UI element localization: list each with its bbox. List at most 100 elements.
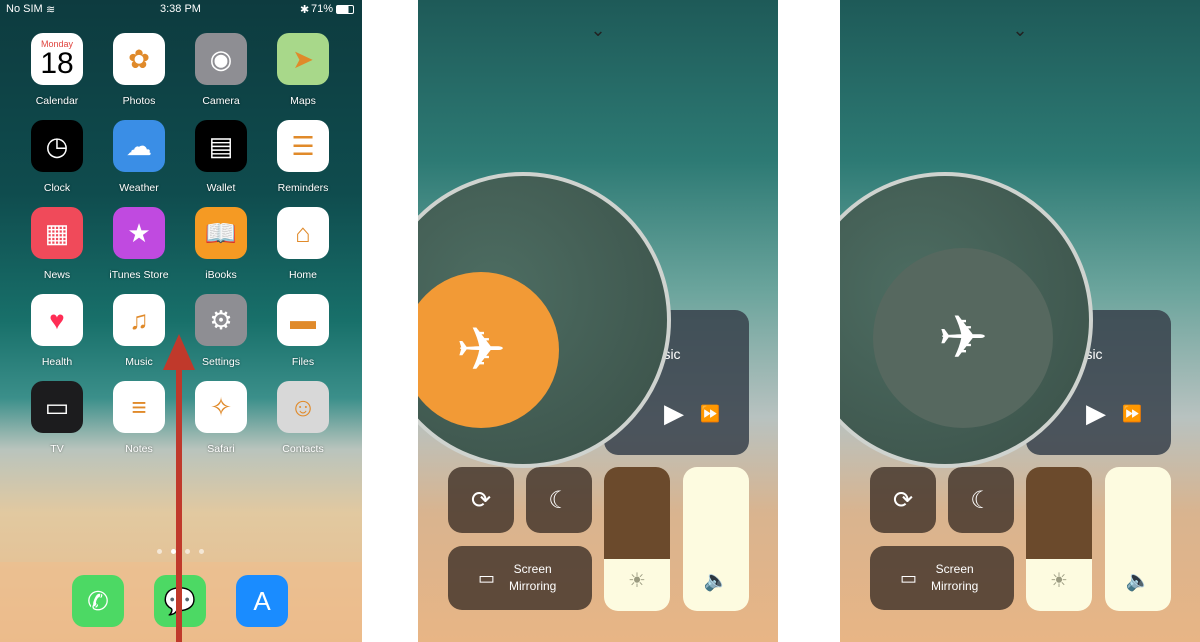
- app-news[interactable]: ▦ News: [22, 207, 92, 281]
- wifi-icon: ≋: [46, 4, 56, 16]
- battery-percent: 71%: [311, 3, 334, 15]
- app-label: iTunes Store: [109, 269, 169, 281]
- app-settings[interactable]: ⚙ Settings: [186, 294, 256, 368]
- book-icon: 📖: [195, 207, 247, 259]
- app-label: Weather: [119, 182, 159, 194]
- app-label: TV: [50, 443, 64, 455]
- app-home[interactable]: ⌂ Home: [268, 207, 338, 281]
- dismiss-chevron-icon[interactable]: ⌄: [1005, 20, 1035, 40]
- fast-forward-icon[interactable]: ⏩: [1122, 404, 1142, 424]
- do-not-disturb-button[interactable]: ☾: [526, 467, 592, 533]
- folder-icon: ▬: [277, 294, 329, 346]
- control-center-airplane-on: ⌄ Music ▶ ⏩ ⟳ ☾ ▭ ScreenMirroring ☀ 🔈 ✈: [418, 0, 778, 642]
- app-label: Maps: [290, 95, 316, 107]
- app-label: Home: [288, 269, 317, 281]
- calendar-icon: Monday 18: [31, 33, 83, 85]
- app-label: Files: [291, 356, 315, 368]
- app-label: Camera: [202, 95, 240, 107]
- camera-icon: ◉: [195, 33, 247, 85]
- screen-mirroring-button[interactable]: ▭ Screen Mirroring: [448, 546, 592, 610]
- contacts-icon: ☺: [277, 381, 329, 433]
- mirroring-label-2: Mirroring: [931, 579, 979, 593]
- dock-phone[interactable]: ✆: [63, 575, 133, 627]
- app-camera[interactable]: ◉ Camera: [186, 33, 256, 107]
- app-tv[interactable]: ▭ TV: [22, 381, 92, 455]
- airplay-icon: ▭: [478, 567, 496, 588]
- heart-icon: ♥: [31, 294, 83, 346]
- do-not-disturb-button[interactable]: ☾: [948, 467, 1014, 533]
- app-weather[interactable]: ☁ Weather: [104, 120, 174, 194]
- app-label: News: [43, 269, 71, 281]
- sun-icon: ☀: [1050, 570, 1068, 592]
- app-ibooks[interactable]: 📖 iBooks: [186, 207, 256, 281]
- airplane-mode-button[interactable]: ✈: [418, 272, 559, 428]
- app-wallet[interactable]: ▤ Wallet: [186, 120, 256, 194]
- app-label: Wallet: [206, 182, 236, 194]
- dismiss-chevron-icon[interactable]: ⌄: [583, 20, 613, 40]
- app-calendar[interactable]: Monday 18 Calendar: [22, 33, 92, 107]
- calendar-date: 18: [40, 46, 74, 80]
- star-icon: ★: [113, 207, 165, 259]
- play-icon[interactable]: ▶: [664, 398, 684, 429]
- phone-icon: ✆: [72, 575, 124, 627]
- app-label: Clock: [43, 182, 71, 194]
- moon-icon: ☾: [970, 486, 992, 514]
- app-safari[interactable]: ✧ Safari: [186, 381, 256, 455]
- home-screen: No SIM ≋ 3:38 PM ✱ 71% Monday 18 Calendar ✿…: [0, 0, 362, 642]
- rotation-lock-button[interactable]: ⟳: [448, 467, 514, 533]
- app-label: Safari: [207, 443, 235, 455]
- airplane-icon: ✈: [937, 304, 989, 371]
- status-bar: No SIM ≋ 3:38 PM ✱ 71%: [0, 3, 362, 19]
- weather-icon: ☁: [113, 120, 165, 172]
- app-contacts[interactable]: ☺ Contacts: [268, 381, 338, 455]
- battery-icon: [336, 5, 354, 14]
- airplane-mode-button[interactable]: ✈: [873, 248, 1053, 428]
- gear-icon: ⚙: [195, 294, 247, 346]
- bluetooth-icon: ✱: [300, 4, 310, 16]
- app-reminders[interactable]: ☰ Reminders: [268, 120, 338, 194]
- carrier: No SIM: [6, 3, 43, 15]
- play-icon[interactable]: ▶: [1086, 398, 1106, 429]
- brightness-slider[interactable]: ☀: [1026, 467, 1092, 611]
- rotation-lock-icon: ⟳: [470, 486, 492, 514]
- app-notes[interactable]: ≡ Notes: [104, 381, 174, 455]
- app-files[interactable]: ▬ Files: [268, 294, 338, 368]
- music-icon: ♫: [113, 294, 165, 346]
- airplay-icon: ▭: [900, 567, 918, 588]
- home-icon: ⌂: [277, 207, 329, 259]
- reminders-icon: ☰: [277, 120, 329, 172]
- clock-icon: ◷: [31, 120, 83, 172]
- clock-time: 3:38 PM: [160, 3, 201, 15]
- dock-app-store[interactable]: A: [227, 575, 297, 627]
- tv-icon: ▭: [31, 381, 83, 433]
- notes-icon: ≡: [113, 381, 165, 433]
- volume-slider[interactable]: 🔈: [683, 467, 749, 611]
- arrow-head: [163, 334, 195, 370]
- mirroring-label-2: Mirroring: [509, 579, 557, 593]
- fast-forward-icon[interactable]: ⏩: [700, 404, 720, 424]
- screen-mirroring-button[interactable]: ▭ Screen Mirroring: [870, 546, 1014, 610]
- mirroring-label-1: Screen: [935, 562, 974, 576]
- app-label: iBooks: [205, 269, 237, 281]
- app-maps[interactable]: ➤ Maps: [268, 33, 338, 107]
- rotation-lock-button[interactable]: ⟳: [870, 467, 936, 533]
- app-health[interactable]: ♥ Health: [22, 294, 92, 368]
- news-icon: ▦: [31, 207, 83, 259]
- app-photos[interactable]: ✿ Photos: [104, 33, 174, 107]
- control-center-airplane-off: ⌄ Music ▶ ⏩ ⟳ ☾ ▭ ScreenMirroring ☀ 🔈 ✈: [840, 0, 1200, 642]
- app-clock[interactable]: ◷ Clock: [22, 120, 92, 194]
- app-label: Contacts: [282, 443, 324, 455]
- volume-slider[interactable]: 🔈: [1105, 467, 1171, 611]
- sun-icon: ☀: [628, 570, 646, 592]
- app-itunes-store[interactable]: ★ iTunes Store: [104, 207, 174, 281]
- moon-icon: ☾: [548, 486, 570, 514]
- brightness-slider[interactable]: ☀: [604, 467, 670, 611]
- wallet-icon: ▤: [195, 120, 247, 172]
- speaker-icon: 🔈: [703, 570, 729, 592]
- app-label: Calendar: [35, 95, 79, 107]
- airplane-icon: ✈: [455, 316, 507, 383]
- app-label: Health: [41, 356, 73, 368]
- app-label: Settings: [202, 356, 240, 368]
- app-label: Photos: [122, 95, 156, 107]
- photos-icon: ✿: [113, 33, 165, 85]
